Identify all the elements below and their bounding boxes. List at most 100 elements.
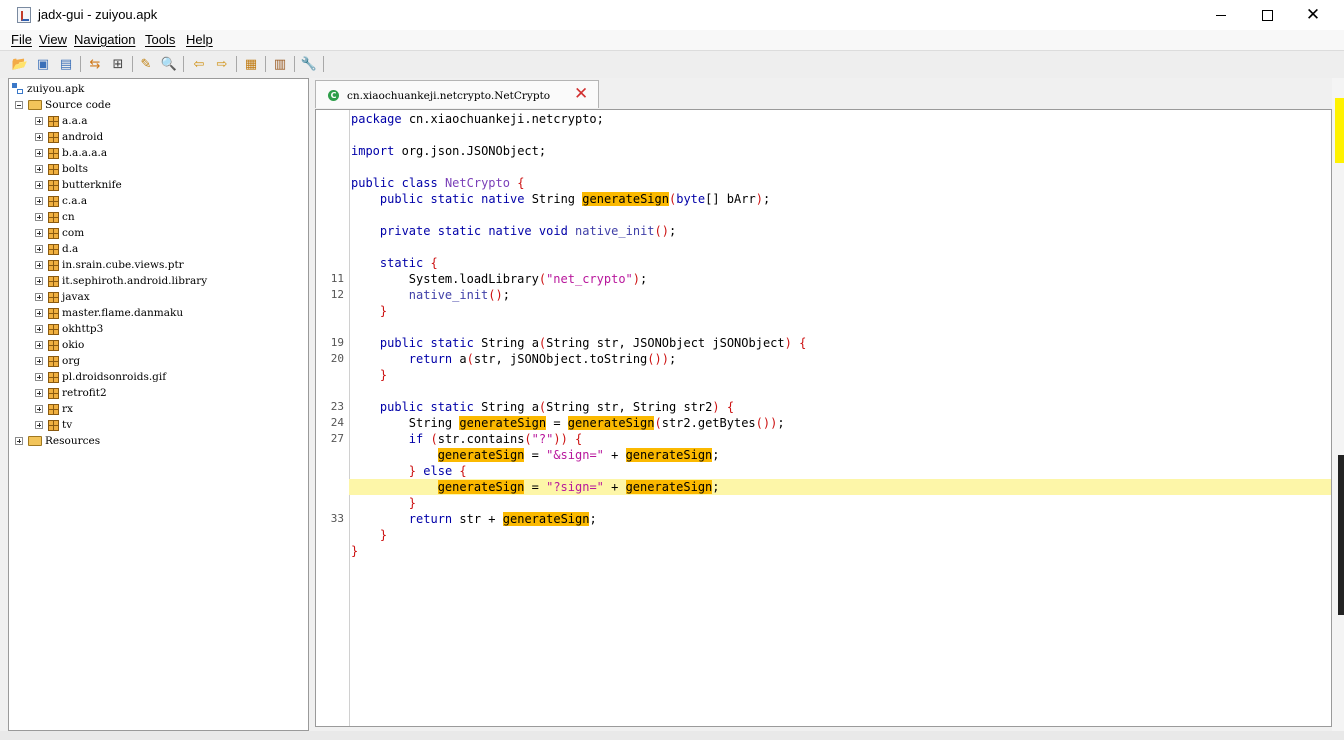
tree-package-item[interactable]: pl.droidsonroids.gif xyxy=(35,369,166,385)
expand-icon[interactable] xyxy=(35,181,43,189)
tree-package-item[interactable]: c.a.a xyxy=(35,193,87,209)
class-icon: C xyxy=(328,90,339,101)
expand-icon[interactable] xyxy=(35,165,43,173)
expand-icon[interactable] xyxy=(35,421,43,429)
toolbar: 📂 ▣ ▤ ⇆ ⊞ ✎ 🔍 ⇦ ⇨ ▦ ▥ 🔧 xyxy=(0,50,1344,78)
package-icon xyxy=(48,243,59,255)
maximize-button[interactable] xyxy=(1244,0,1290,30)
package-icon xyxy=(48,211,59,223)
tree-resources[interactable]: Resources xyxy=(15,433,100,449)
menu-tools[interactable]: Tools xyxy=(145,32,175,47)
folder-open-icon xyxy=(28,100,42,110)
tree-package-label: a.a.a xyxy=(62,115,88,127)
title-bar: jadx-gui - zuiyou.apk ✕ xyxy=(0,0,1344,30)
sync-tree-icon[interactable]: ⇆ xyxy=(86,55,104,73)
tree-package-item[interactable]: com xyxy=(35,225,84,241)
code-line: } xyxy=(379,368,388,382)
expand-icon[interactable] xyxy=(35,133,43,141)
tree-package-item[interactable]: butterknife xyxy=(35,177,122,193)
expand-icon[interactable] xyxy=(35,357,43,365)
code-editor[interactable]: 11 12 19 20 23 24 27 33 package cn.xiaoc… xyxy=(315,109,1332,727)
close-tab-icon[interactable]: ✕ xyxy=(574,86,588,103)
expand-icon[interactable] xyxy=(15,437,23,445)
tree-package-label: pl.droidsonroids.gif xyxy=(62,371,167,383)
tree-package-item[interactable]: rx xyxy=(35,401,73,417)
close-window-button[interactable]: ✕ xyxy=(1290,0,1336,30)
tab-netcrypto[interactable]: C cn.xiaochuankeji.netcrypto.NetCrypto ✕ xyxy=(315,80,599,108)
expand-icon[interactable] xyxy=(35,213,43,221)
package-icon xyxy=(48,227,59,239)
tree-package-label: javax xyxy=(62,291,90,303)
flatten-packages-icon[interactable]: ⊞ xyxy=(109,55,127,73)
expand-icon[interactable] xyxy=(35,277,43,285)
toolbar-separator xyxy=(323,56,324,72)
toolbar-separator xyxy=(236,56,237,72)
tree-package-label: okio xyxy=(62,339,85,351)
folder-icon xyxy=(28,436,42,446)
deobfuscation-icon[interactable]: ▦ xyxy=(242,55,260,73)
minimize-icon xyxy=(1216,14,1226,16)
open-file-icon[interactable]: 📂 xyxy=(11,55,29,73)
expand-icon[interactable] xyxy=(35,245,43,253)
tree-package-item[interactable]: master.flame.danmaku xyxy=(35,305,183,321)
forward-icon[interactable]: ⇨ xyxy=(213,55,231,73)
package-icon xyxy=(48,195,59,207)
tree-root[interactable]: zuiyou.apk xyxy=(12,81,84,97)
save-all-icon[interactable]: ▣ xyxy=(34,55,52,73)
tree-package-item[interactable]: bolts xyxy=(35,161,88,177)
maximize-icon xyxy=(1261,9,1273,21)
expand-icon[interactable] xyxy=(35,405,43,413)
tree-package-item[interactable]: javax xyxy=(35,289,90,305)
expand-icon[interactable] xyxy=(35,261,43,269)
package-icon xyxy=(48,275,59,287)
tree-package-label: b.a.a.a.a xyxy=(62,147,108,159)
expand-icon[interactable] xyxy=(35,341,43,349)
expand-icon[interactable] xyxy=(35,117,43,125)
preferences-icon[interactable]: 🔧 xyxy=(300,55,318,73)
back-icon[interactable]: ⇦ xyxy=(190,55,208,73)
tree-package-item[interactable]: b.a.a.a.a xyxy=(35,145,107,161)
tree-package-item[interactable]: cn xyxy=(35,209,75,225)
expand-icon[interactable] xyxy=(35,149,43,157)
menu-file[interactable]: File xyxy=(11,32,32,47)
tree-package-item[interactable]: okio xyxy=(35,337,84,353)
tree-package-item[interactable]: it.sephiroth.android.library xyxy=(35,273,207,289)
tree-package-item[interactable]: tv xyxy=(35,417,72,433)
line-number: 24 xyxy=(330,416,344,429)
package-icon xyxy=(48,179,59,191)
tree-package-item[interactable]: android xyxy=(35,129,103,145)
expand-icon[interactable] xyxy=(35,389,43,397)
tree-package-item[interactable]: okhttp3 xyxy=(35,321,103,337)
tree-package-label: bolts xyxy=(62,163,89,175)
expand-icon[interactable] xyxy=(35,309,43,317)
tree-package-label: in.srain.cube.views.ptr xyxy=(62,259,184,271)
tree-package-item[interactable]: retrofit2 xyxy=(35,385,107,401)
minimize-button[interactable] xyxy=(1198,0,1244,30)
search-match: generateSign xyxy=(502,512,590,526)
code-line: public static String a(String str, JSONO… xyxy=(379,336,807,350)
export-icon[interactable]: ▤ xyxy=(57,55,75,73)
tree-package-item[interactable]: d.a xyxy=(35,241,78,257)
tree-package-item[interactable]: a.a.a xyxy=(35,113,87,129)
expand-icon[interactable] xyxy=(35,229,43,237)
package-icon xyxy=(48,323,59,335)
tree-source-code[interactable]: Source code xyxy=(15,97,111,113)
window-title: jadx-gui - zuiyou.apk xyxy=(38,7,158,22)
tree-package-item[interactable]: org xyxy=(35,353,80,369)
class-search-icon[interactable]: 🔍 xyxy=(160,55,178,73)
expand-icon[interactable] xyxy=(35,373,43,381)
menu-view[interactable]: View xyxy=(39,32,67,47)
code-line: return a(str, jSONObject.toString()); xyxy=(408,352,677,366)
expand-icon[interactable] xyxy=(35,293,43,301)
text-search-icon[interactable]: ✎ xyxy=(137,55,155,73)
expand-icon[interactable] xyxy=(35,197,43,205)
collapse-icon[interactable] xyxy=(15,101,23,109)
code-line: return str + generateSign; xyxy=(408,512,597,526)
log-viewer-icon[interactable]: ▥ xyxy=(271,55,289,73)
search-match: generateSign xyxy=(437,448,525,462)
menu-help[interactable]: Help xyxy=(186,32,213,47)
menu-navigation[interactable]: Navigation xyxy=(74,32,135,47)
tree-package-item[interactable]: in.srain.cube.views.ptr xyxy=(35,257,184,273)
expand-icon[interactable] xyxy=(35,325,43,333)
tree-package-label: tv xyxy=(62,419,73,431)
